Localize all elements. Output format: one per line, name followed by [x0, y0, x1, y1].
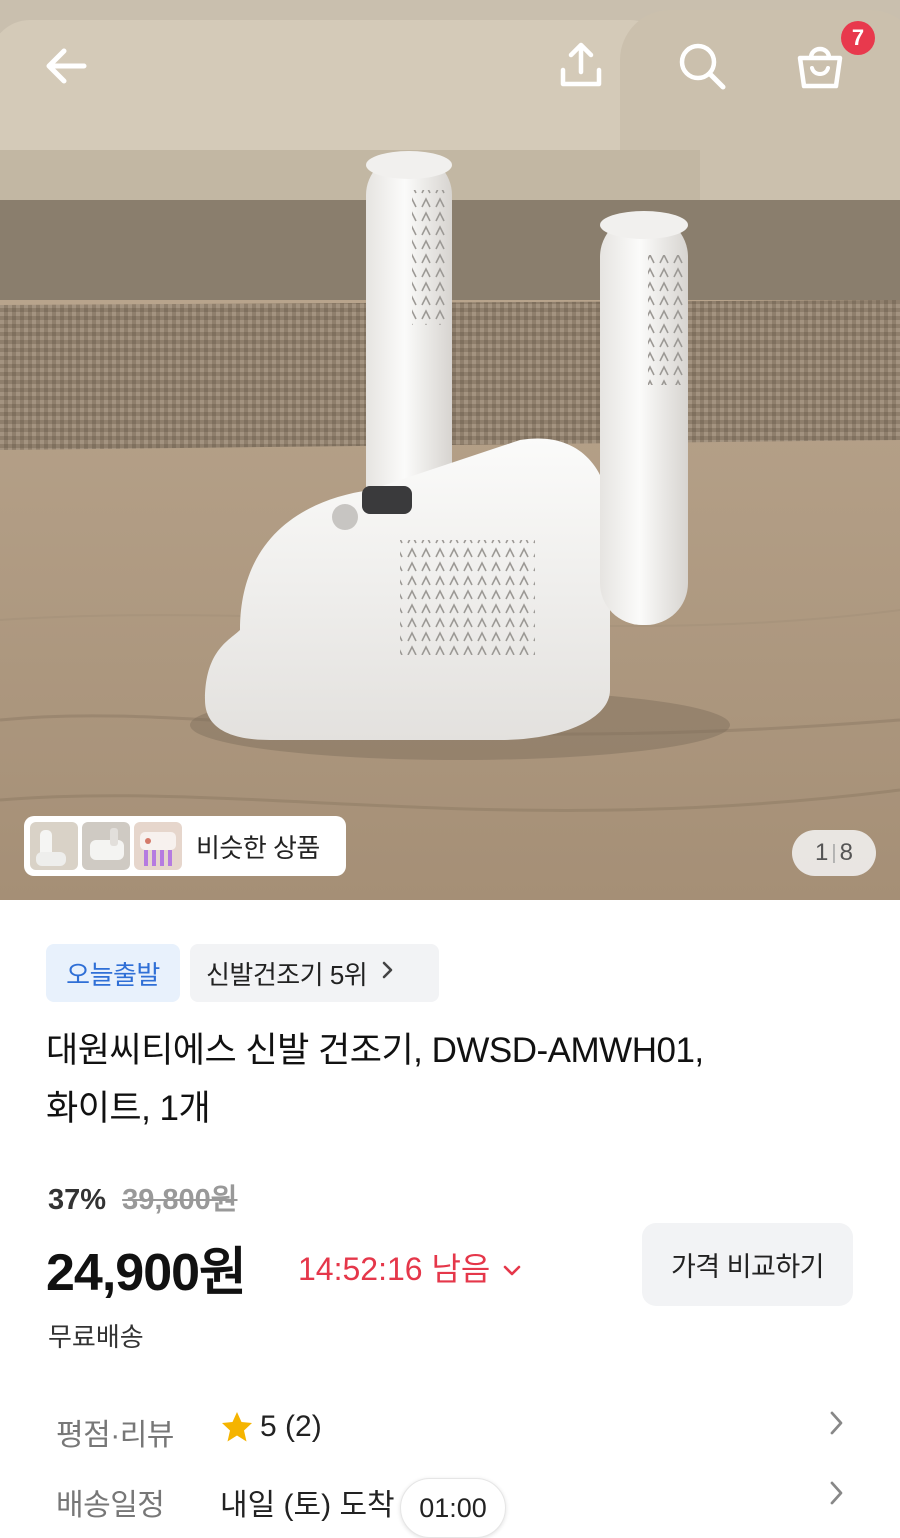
share-upload-icon	[560, 42, 602, 87]
product-title-line1: 대원씨티에스 신발 건조기, DWSD-AMWH01,	[46, 1031, 704, 1070]
delivery-value: 내일 (토) 도착	[220, 1489, 395, 1522]
cart-count-badge: 7	[841, 21, 875, 55]
product-photo	[0, 0, 900, 900]
product-title-line2: 화이트, 1개	[46, 1089, 211, 1128]
arrow-left-icon	[46, 48, 87, 84]
product-image-gallery[interactable]: 7 비슷한 상품 1 | 8	[0, 0, 900, 900]
back-button[interactable]	[30, 30, 102, 102]
free-shipping-label: 무료배송	[48, 1322, 144, 1352]
category-rank-label: 신발건조기 5위	[206, 959, 368, 990]
pager-divider: |	[831, 841, 837, 864]
rating-label: 평점·리뷰	[56, 1419, 174, 1452]
sale-price: 24,900원	[46, 1244, 247, 1302]
share-button[interactable]	[545, 30, 617, 102]
rating-value-group: 5 (2)	[220, 1410, 322, 1444]
chevron-down-icon	[502, 1249, 522, 1286]
similar-thumb-1	[30, 822, 78, 870]
price-compare-button[interactable]: 가격 비교하기	[642, 1223, 853, 1306]
product-title: 대원씨티에스 신발 건조기, DWSD-AMWH01, 화이트, 1개	[46, 1022, 826, 1138]
similar-products-button[interactable]: 비슷한 상품	[24, 816, 346, 876]
similar-thumb-3	[134, 822, 182, 870]
similar-products-label: 비슷한 상품	[196, 832, 320, 863]
rating-review-row[interactable]: 평점·리뷰 5 (2)	[0, 1402, 900, 1462]
image-pager: 1 | 8	[792, 830, 876, 876]
shopping-bag-icon	[797, 46, 843, 89]
deal-timer-text: 14:52:16 남음	[298, 1251, 491, 1287]
rating-value: 5 (2)	[260, 1410, 322, 1443]
chevron-right-icon	[828, 1478, 846, 1513]
today-dispatch-badge: 오늘출발	[46, 944, 180, 1002]
chevron-right-icon	[828, 1408, 846, 1443]
original-price: 39,800원	[122, 1184, 238, 1216]
deal-timer[interactable]: 14:52:16 남음	[298, 1244, 522, 1290]
similar-thumb-2	[82, 822, 130, 870]
star-icon	[222, 1412, 252, 1442]
category-rank-link[interactable]: 신발건조기 5위	[190, 944, 439, 1002]
delivery-label: 배송일정	[56, 1489, 165, 1522]
discount-rate: 37%	[48, 1184, 107, 1216]
search-button[interactable]	[666, 30, 738, 102]
order-cutoff-time-pill: 01:00	[400, 1478, 506, 1538]
pager-current: 1	[815, 839, 829, 866]
search-icon	[679, 43, 726, 90]
chevron-right-icon	[381, 960, 395, 986]
top-navigation-bar: 7	[0, 0, 900, 130]
discount-row: 37% 39,800원	[48, 1176, 238, 1218]
pager-total: 8	[839, 839, 853, 866]
